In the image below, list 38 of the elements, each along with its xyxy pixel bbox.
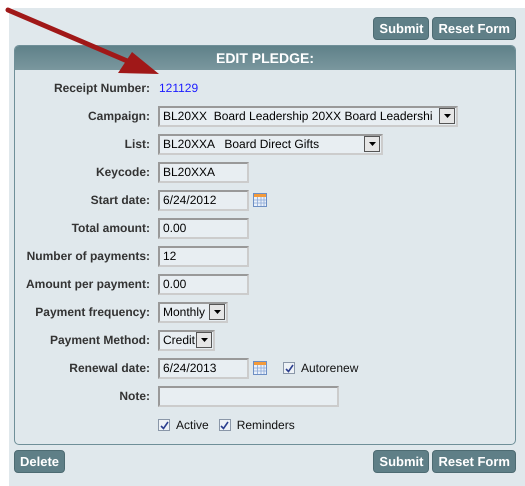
field-label: Total amount: [72, 221, 150, 235]
panel-header: EDIT PLEDGE: [15, 46, 515, 70]
select-field[interactable]: Monthly [158, 302, 228, 322]
checkbox[interactable] [218, 419, 231, 431]
note-field[interactable] [158, 386, 339, 406]
field-label: Receipt Number: [54, 81, 150, 95]
select-field[interactable]: Credit [158, 330, 215, 350]
checkbox[interactable] [283, 362, 295, 374]
field-label: Keycode: [96, 165, 150, 179]
form-button[interactable]: Submit [373, 450, 430, 473]
field-label: Note: [119, 389, 150, 403]
field-label: Amount per payment: [26, 277, 150, 291]
select-field[interactable]: BL20XXA Board Direct Gifts [158, 134, 383, 154]
form-button[interactable]: Reset Form [432, 17, 516, 40]
input-field[interactable]: BL20XXA [158, 162, 249, 182]
checkbox-label: Reminders [236, 417, 295, 434]
calendar-icon[interactable] [253, 361, 267, 375]
input-field[interactable]: 0.00 [158, 218, 249, 238]
select-field[interactable]: BL20XX Board Leadership 20XX Board Leadershi [158, 106, 458, 126]
form-button[interactable]: Reset Form [432, 450, 516, 473]
form-button[interactable]: Submit [373, 17, 430, 40]
date-field[interactable]: 6/24/2012 [158, 190, 249, 210]
field-label: List: [124, 137, 150, 151]
receipt-link[interactable]: 121129 [158, 79, 198, 97]
input-field[interactable]: 0.00 [158, 274, 249, 294]
input-field[interactable]: 12 [158, 246, 249, 266]
field-label: Campaign: [88, 109, 150, 123]
calendar-icon[interactable] [253, 193, 267, 207]
field-label: Number of payments: [26, 249, 150, 263]
checkbox-label: Active [176, 417, 209, 434]
field-label: Start date: [90, 193, 150, 207]
checkbox-label: Autorenew [301, 360, 358, 377]
checkbox[interactable] [158, 419, 170, 431]
field-label: Renewal date: [69, 361, 150, 375]
date-field[interactable]: 6/24/2013 [158, 358, 249, 378]
field-label: Payment frequency: [35, 305, 150, 319]
field-label: Payment Method: [50, 333, 150, 347]
form-button[interactable]: Delete [14, 450, 66, 473]
